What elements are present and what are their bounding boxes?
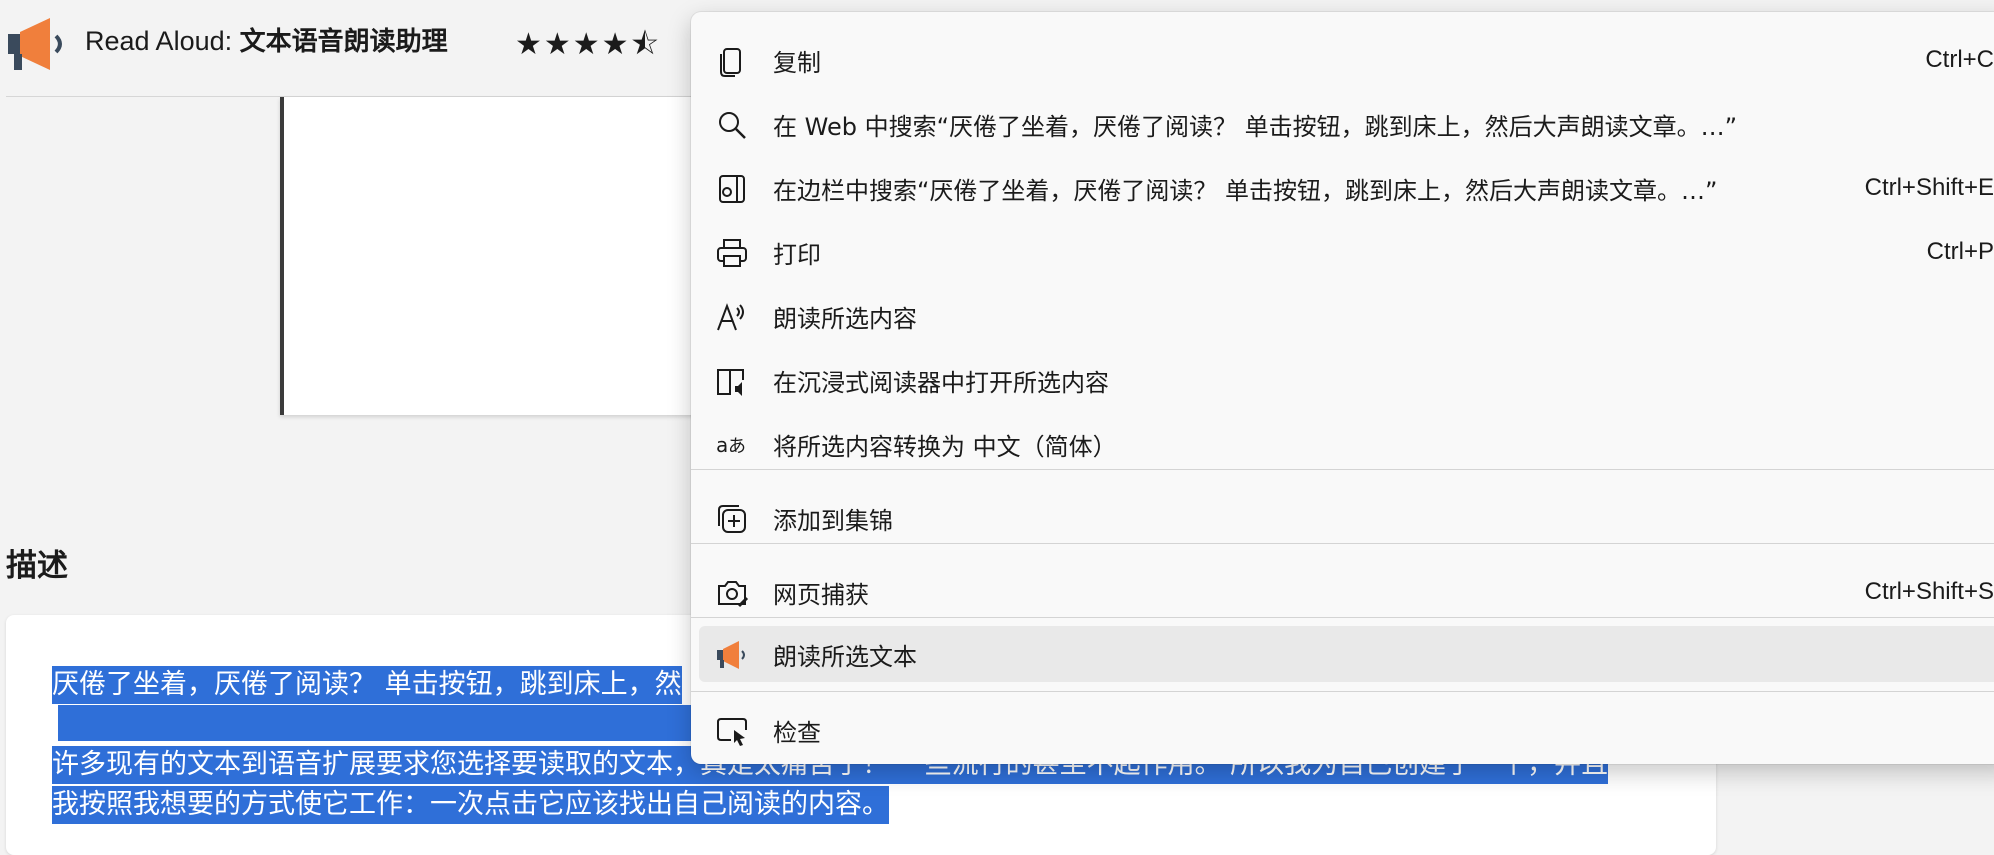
inspect-icon <box>717 718 747 746</box>
page-title: Read Aloud: 文本语音朗读助理 <box>85 24 448 59</box>
menu-item-web-search[interactable]: 在 Web 中搜索“厌倦了坐着，厌倦了阅读？ 单击按钮，跳到床上，然后大声朗读文… <box>691 96 1994 152</box>
copy-icon <box>720 48 741 77</box>
menu-item-translate[interactable]: a あ 将所选内容转换为 中文（简体） <box>691 416 1994 472</box>
menu-item-shortcut: Ctrl+Shift+S <box>1864 578 1994 605</box>
menu-item-print[interactable]: 打印 Ctrl+P <box>691 224 1994 280</box>
menu-item-label: 在 Web 中搜索“厌倦了坐着，厌倦了阅读？ 单击按钮，跳到床上，然后大声朗读文… <box>773 112 1738 141</box>
menu-item-label: 在沉浸式阅读器中打开所选内容 <box>773 368 1109 397</box>
menu-item-shortcut: Ctrl+Shift+E <box>1864 174 1994 201</box>
menu-item-read-aloud-text[interactable]: 朗读所选文本 <box>699 626 1994 682</box>
app-subtitle: 文本语音朗读助理 <box>239 27 448 57</box>
menu-item-label: 在边栏中搜索“厌倦了坐着，厌倦了阅读？ 单击按钮，跳到床上，然后大声朗读文章。…… <box>773 176 1718 205</box>
menu-item-immersive-reader[interactable]: 在沉浸式阅读器中打开所选内容 <box>691 352 1994 408</box>
extension-header: Read Aloud: 文本语音朗读助理 ★★★★⯪ <box>0 0 700 96</box>
menu-item-web-capture[interactable]: 网页捕获 Ctrl+Shift+S <box>691 564 1994 620</box>
megaphone-icon <box>717 641 745 669</box>
app-name: Read Aloud: <box>85 26 240 56</box>
immersive-reader-icon <box>717 369 744 396</box>
menu-item-shortcut: Ctrl+P <box>1926 238 1994 265</box>
menu-item-label: 复制 <box>773 48 821 77</box>
menu-item-label: 打印 <box>773 240 821 269</box>
menu-item-inspect[interactable]: 检查 <box>691 702 1994 758</box>
search-icon <box>719 112 746 139</box>
menu-separator <box>691 469 1994 470</box>
menu-item-label: 添加到集锦 <box>773 506 893 535</box>
description-heading: 描述 <box>6 548 68 584</box>
screenshot-preview <box>280 97 704 415</box>
menu-item-label: 网页捕获 <box>773 580 869 609</box>
svg-text:あ: あ <box>728 436 746 457</box>
menu-separator <box>691 543 1994 544</box>
menu-item-copy[interactable]: 复制 Ctrl+C <box>691 32 1994 88</box>
megaphone-icon <box>8 18 62 70</box>
web-capture-icon <box>718 581 749 608</box>
sidebar-search-icon <box>719 175 745 203</box>
translate-icon: a あ <box>716 433 746 457</box>
menu-item-add-to-collections[interactable]: 添加到集锦 <box>691 490 1994 546</box>
menu-item-label: 朗读所选文本 <box>773 642 917 671</box>
menu-separator <box>691 691 1994 692</box>
menu-item-label: 将所选内容转换为 中文（简体） <box>773 432 1117 461</box>
description-line-1: 厌倦了坐着，厌倦了阅读？ 单击按钮，跳到床上，然 <box>52 666 682 704</box>
menu-item-shortcut: Ctrl+C <box>1925 46 1994 73</box>
context-menu: 复制 Ctrl+C 在 Web 中搜索“厌倦了坐着，厌倦了阅读？ 单击按钮，跳到… <box>691 12 1994 764</box>
menu-item-label: 朗读所选内容 <box>773 304 917 333</box>
printer-icon <box>717 239 747 267</box>
menu-item-sidebar-search[interactable]: 在边栏中搜索“厌倦了坐着，厌倦了阅读？ 单击按钮，跳到床上，然后大声朗读文章。…… <box>691 160 1994 216</box>
read-aloud-icon <box>717 303 744 331</box>
menu-item-label: 检查 <box>773 718 821 747</box>
svg-text:a: a <box>716 433 728 457</box>
description-line-3: 我按照我想要的方式使它工作：一次点击它应该找出自己阅读的内容。 <box>52 786 889 824</box>
collections-icon <box>718 505 746 533</box>
menu-item-read-aloud-selection[interactable]: 朗读所选内容 <box>691 288 1994 344</box>
rating-stars: ★★★★⯪ <box>515 27 661 62</box>
menu-separator <box>691 617 1994 618</box>
